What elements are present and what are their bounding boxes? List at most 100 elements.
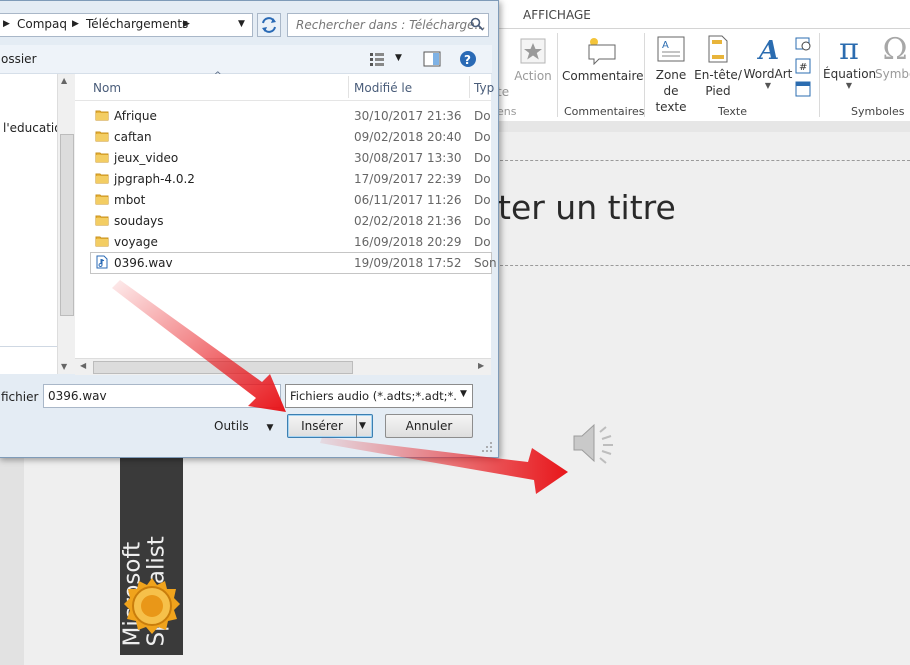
audio-speaker-icon[interactable] [570, 420, 618, 466]
new-folder-button[interactable]: ossier [1, 52, 37, 66]
file-name: 0396.wav [114, 256, 173, 270]
slide-title-placeholder[interactable]: ter un titre [498, 188, 676, 227]
textbox-icon: A [657, 36, 685, 62]
folder-row[interactable]: jeux_video 30/08/2017 13:30 Do [91, 148, 491, 168]
file-type-value: Fichiers audio (*.adts;*.adt;*.aac [290, 389, 473, 403]
file-type: Do [474, 172, 491, 186]
textbox-label-2: de texte [655, 84, 687, 114]
file-date: 06/11/2017 11:26 [354, 193, 462, 207]
column-separator[interactable] [469, 76, 470, 98]
file-name: Afrique [114, 109, 157, 123]
comment-icon [588, 38, 616, 65]
scroll-thumb[interactable] [60, 134, 74, 316]
tools-menu[interactable]: Outils ▼ [214, 419, 273, 433]
header-footer-icon [708, 35, 728, 63]
nav-divider [0, 346, 57, 347]
file-date: 30/10/2017 21:36 [354, 109, 462, 123]
navigation-scrollbar[interactable]: ▲ ▼ [57, 74, 75, 374]
scroll-left-icon[interactable]: ◀ [80, 361, 86, 370]
folder-row[interactable]: mbot 06/11/2017 11:26 Do [91, 190, 491, 210]
date-time-icon[interactable] [795, 35, 811, 51]
slide-number-icon[interactable]: # [795, 58, 811, 74]
help-icon[interactable]: ? [459, 50, 477, 68]
object-icon[interactable] [795, 81, 811, 97]
folder-row[interactable]: soudays 02/02/2018 21:36 Do [91, 211, 491, 231]
scroll-right-icon[interactable]: ▶ [478, 361, 484, 370]
title-placeholder-top-border [495, 160, 910, 161]
file-type-select[interactable]: Fichiers audio (*.adts;*.adt;*.aac ▼ [285, 384, 473, 408]
insert-button[interactable]: Insérer ▼ [287, 414, 373, 438]
scroll-down-icon[interactable]: ▼ [61, 362, 67, 371]
file-row-selected[interactable]: 0396.wav 19/09/2018 17:52 Son [90, 252, 497, 274]
folder-icon [95, 171, 109, 185]
file-type: Do [474, 214, 491, 228]
wordart-button[interactable]: A WordArt ▼ [743, 35, 793, 90]
file-list: Nom ^ Modifié le Typ Afrique 30/10/2017 2… [75, 71, 497, 374]
navigation-pane: l'education [0, 74, 69, 374]
symbol-button[interactable]: Ω Symbo [875, 33, 910, 82]
refresh-button[interactable] [257, 13, 281, 37]
sort-arrow-icon: ^ [214, 71, 222, 81]
file-name: caftan [114, 130, 152, 144]
view-dropdown-icon[interactable]: ▼ [395, 53, 402, 63]
tools-label: Outils [214, 419, 249, 433]
svg-text:A: A [662, 40, 669, 51]
file-type-dropdown-icon[interactable]: ▼ [456, 385, 472, 407]
symbols-group-label: Symboles [851, 105, 905, 118]
equation-button[interactable]: π Équation ▼ [823, 32, 876, 91]
search-input[interactable]: Rechercher dans : Télécharge... [287, 13, 489, 37]
comments-group-label: Commentaires [564, 105, 645, 118]
equation-dropdown-icon[interactable]: ▼ [823, 81, 875, 90]
wordart-dropdown-icon[interactable]: ▼ [743, 81, 793, 90]
column-separator[interactable] [348, 76, 349, 98]
column-name[interactable]: Nom [93, 81, 121, 95]
breadcrumb-chevron-icon[interactable]: ▶ [72, 19, 79, 29]
view-options-icon[interactable] [369, 52, 385, 66]
scroll-up-icon[interactable]: ▲ [61, 76, 67, 85]
breadcrumb-telechargements[interactable]: Téléchargements [86, 17, 188, 31]
folder-row[interactable]: caftan 09/02/2018 20:40 Do [91, 127, 491, 147]
action-button[interactable]: Action [511, 37, 555, 83]
textbox-button[interactable]: A Zone de texte [648, 35, 694, 115]
file-type: Do [474, 151, 491, 165]
insert-options-dropdown-icon[interactable]: ▼ [359, 415, 366, 437]
folder-row[interactable]: Afrique 30/10/2017 21:36 Do [91, 106, 491, 126]
search-icon[interactable] [470, 17, 484, 31]
breadcrumb-chevron-icon[interactable]: ▶ [3, 19, 10, 29]
certification-seal-icon [124, 578, 180, 634]
tools-dropdown-icon: ▼ [266, 423, 274, 433]
filename-input[interactable]: 0396.wav [43, 384, 281, 408]
preview-pane-icon[interactable] [423, 51, 441, 67]
breadcrumb-compaq[interactable]: Compaq [17, 17, 67, 31]
tab-affichage[interactable]: AFFICHAGE [523, 8, 591, 22]
address-dropdown-icon[interactable]: ▼ [238, 19, 245, 29]
address-bar[interactable]: ▶ Compaq ▶ Téléchargements ▶ ▼ [0, 13, 253, 37]
comment-button[interactable]: Commentaire [562, 35, 644, 83]
resize-grip-icon[interactable] [481, 441, 493, 453]
group-separator [644, 33, 645, 117]
folder-icon [95, 150, 109, 164]
column-type[interactable]: Typ [474, 81, 494, 95]
svg-text:A: A [756, 36, 779, 63]
horizontal-scrollbar[interactable]: ◀ ▶ [75, 358, 491, 375]
folder-icon [95, 234, 109, 248]
filename-label: fichier : [1, 390, 47, 404]
symbol-label: Symbo [875, 67, 910, 81]
group-separator [819, 33, 820, 117]
file-type: Do [474, 193, 491, 207]
file-name: jpgraph-4.0.2 [114, 172, 195, 186]
cancel-button[interactable]: Annuler [385, 414, 473, 438]
ribbon: te ens Action Commentaire Commentaires A… [495, 28, 910, 122]
header-footer-label-1: En-tête/ [694, 68, 742, 82]
folder-row[interactable]: voyage 16/09/2018 20:29 Do [91, 232, 491, 252]
folder-row[interactable]: jpgraph-4.0.2 17/09/2017 22:39 Do [91, 169, 491, 189]
breadcrumb-chevron-icon[interactable]: ▶ [183, 19, 190, 29]
horizontal-scroll-thumb[interactable] [93, 361, 353, 374]
file-type: Do [474, 109, 491, 123]
file-type: Do [474, 235, 491, 249]
refresh-icon [262, 17, 276, 33]
insert-label: Insérer [301, 419, 343, 433]
column-modified[interactable]: Modifié le [354, 81, 412, 95]
pi-icon: π [839, 32, 859, 67]
header-footer-button[interactable]: En-tête/ Pied [694, 35, 742, 99]
